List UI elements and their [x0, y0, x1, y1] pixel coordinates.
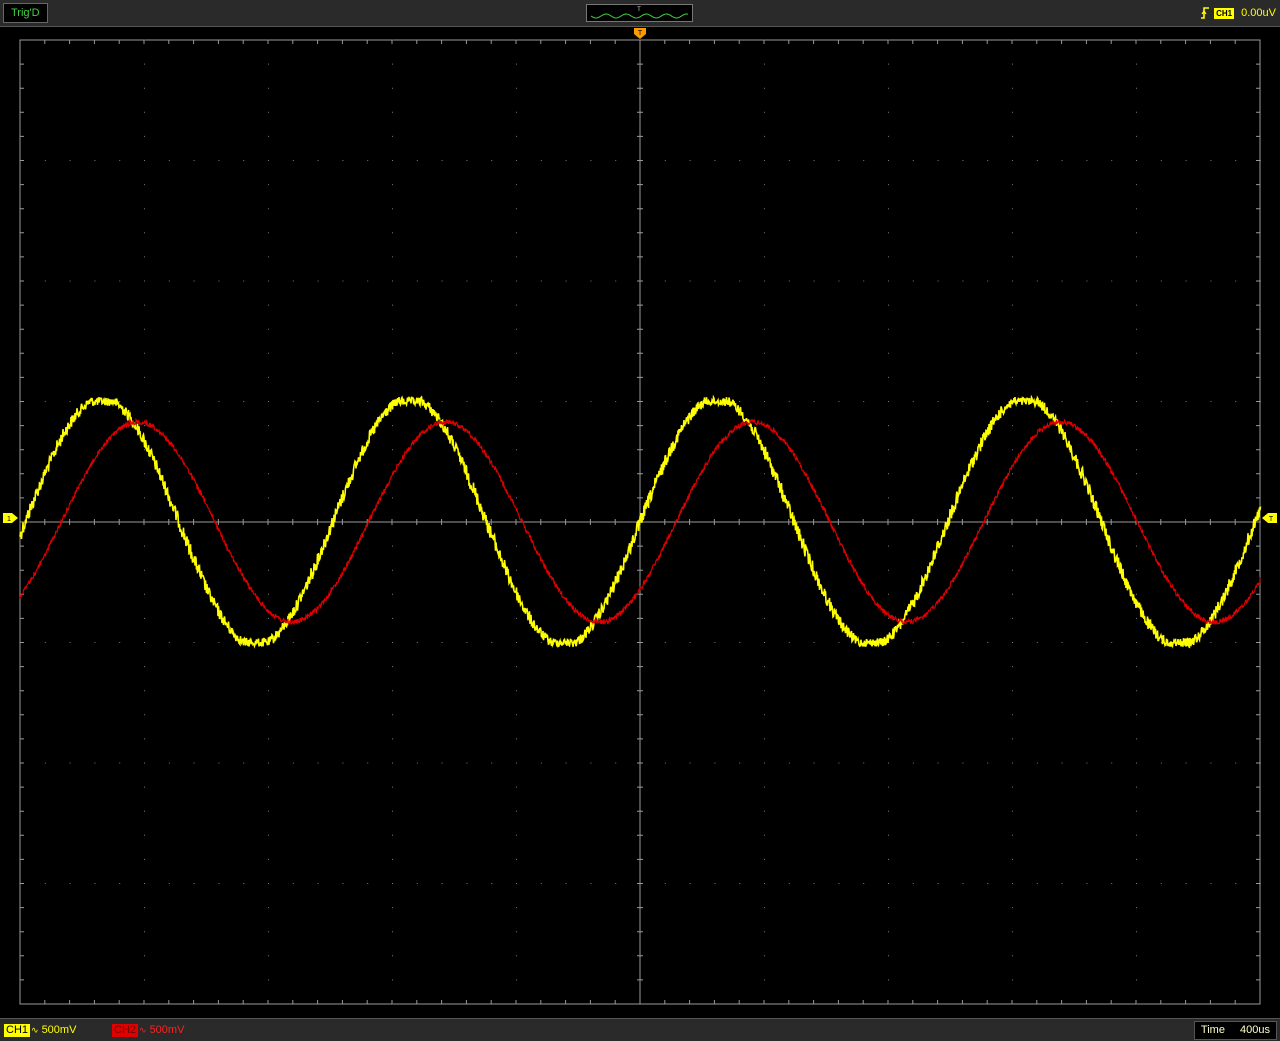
trigger-status-badge: Trig'D: [3, 3, 48, 23]
ch2-badge: CH2: [112, 1023, 139, 1037]
trigger-position-minimap[interactable]: T: [586, 4, 693, 22]
timebase-info[interactable]: Time 400us: [1193, 1021, 1277, 1040]
waveform-preview-icon: T: [590, 7, 689, 19]
trigger-level-marker-label: T: [1269, 516, 1274, 523]
timebase-label: Time: [1200, 1024, 1225, 1036]
trigger-position-label: T: [638, 30, 643, 37]
ch1-badge: CH1: [4, 1023, 31, 1037]
minimap-trigger-marker: T: [637, 7, 641, 13]
scope-display[interactable]: T 1 T: [0, 27, 1280, 1018]
rising-edge-trigger-icon: [1201, 7, 1210, 19]
trigger-source-badge: CH1: [1214, 7, 1235, 19]
ch1-scale: 500mV: [41, 1024, 77, 1036]
status-bar: Trig'D T CH1 0.00uV: [0, 0, 1280, 27]
ac-coupling-icon: ∿: [31, 1025, 39, 1035]
ch1-info[interactable]: CH1 ∿ 500mV: [4, 1022, 76, 1038]
trigger-info[interactable]: CH1 0.00uV: [1200, 4, 1276, 22]
ac-coupling-icon: ∿: [139, 1025, 147, 1035]
ch2-scale: 500mV: [149, 1024, 185, 1036]
ch2-info[interactable]: CH2 ∿ 500mV: [112, 1022, 184, 1038]
trigger-level-value: 0.00uV: [1241, 7, 1276, 19]
ch1-ground-marker-label: 1: [7, 516, 11, 523]
timebase-value: 400us: [1240, 1024, 1270, 1036]
channel-info-bar: CH1 ∿ 500mV CH2 ∿ 500mV Time 400us: [0, 1018, 1280, 1041]
